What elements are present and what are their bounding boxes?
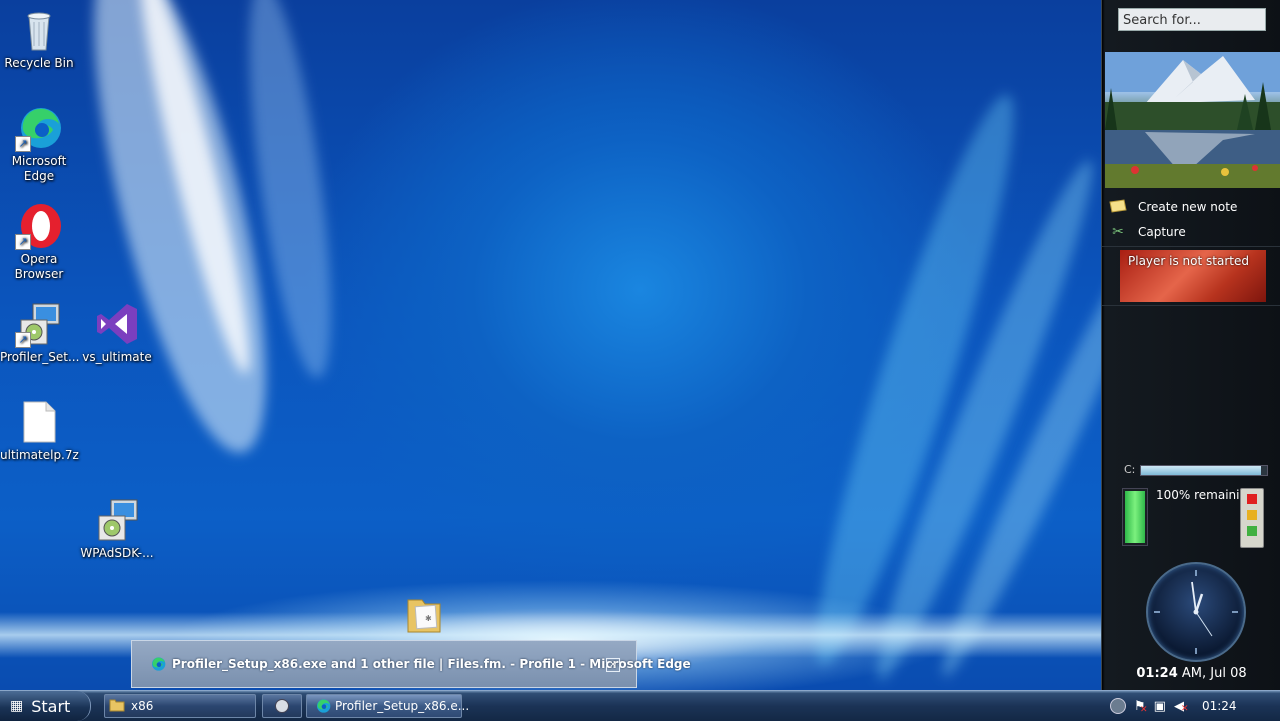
desktop-icon-ultimatelp-7z[interactable]: ultimatelp.7z (0, 398, 79, 463)
shortcut-arrow-icon: ↗ (15, 234, 31, 250)
battery-gadget: 100% remaining (1102, 482, 1280, 552)
desktop-icon-label: ultimatelp.7z (0, 448, 79, 462)
svg-text:✱: ✱ (425, 614, 432, 623)
clock-gadget[interactable] (1146, 562, 1246, 662)
create-note-item[interactable]: Create new note (1108, 196, 1237, 218)
installer-icon: ↗ (15, 300, 63, 348)
desktop-icon-label: WPAdSDK-... (80, 546, 154, 560)
slideshow-gadget[interactable] (1105, 52, 1280, 188)
start-label: Start (31, 696, 71, 716)
close-icon[interactable]: ✕ (606, 658, 620, 672)
divider (1102, 246, 1280, 247)
taskbar: ▦ Start x86 Profiler_Setup_x86.e... ⚑ ✕ ▣… (0, 690, 1280, 721)
capture-label: Capture (1138, 225, 1186, 239)
taskbar-item-label: Profiler_Setup_x86.e... (335, 699, 470, 713)
visual-studio-icon (93, 300, 141, 348)
clock-date: AM, Jul 08 (1181, 666, 1247, 681)
globe-icon[interactable] (1110, 698, 1126, 714)
taskbar-item-label: x86 (131, 699, 154, 713)
desktop-icon-wpadsdk[interactable]: WPAdSDK-... (78, 496, 156, 561)
installer-icon (93, 496, 141, 544)
drive-meter-gadget: C: (1102, 460, 1280, 480)
edge-icon (150, 656, 166, 672)
red-light (1247, 494, 1257, 504)
windows-sidebar: Search for... Create new note ✂ Capture … (1101, 0, 1280, 690)
edge-icon: ↗ (15, 104, 63, 152)
opera-icon: ↗ (15, 202, 63, 250)
shortcut-arrow-icon: ↗ (15, 136, 31, 152)
desktop-icon-opera-browser[interactable]: ↗ Opera Browser (0, 202, 78, 282)
taskbar-item-profiler-edge[interactable]: Profiler_Setup_x86.e... (306, 694, 469, 718)
battery-fill (1125, 491, 1145, 543)
scissors-icon: ✂ (1112, 224, 1124, 240)
shortcut-arrow-icon: ↗ (15, 332, 31, 348)
search-input[interactable]: Search for... (1118, 8, 1266, 31)
network-icon[interactable]: ▣ (1154, 699, 1166, 714)
green-light (1247, 526, 1257, 536)
tray-clock[interactable]: 01:24 (1202, 699, 1237, 713)
media-player-gadget[interactable]: Player is not started (1120, 250, 1266, 302)
folder-icon (109, 698, 125, 715)
file-icon (15, 398, 63, 446)
action-center-flag-icon[interactable]: ⚑ ✕ (1134, 699, 1148, 715)
volume-muted-icon[interactable]: ◀ ✕ (1174, 699, 1189, 714)
desktop-icon-profiler-setup[interactable]: ↗ Profiler_Set... (0, 300, 80, 365)
folder-icon[interactable]: ✱ (406, 594, 442, 634)
taskbar-item-x86[interactable]: x86 (104, 694, 256, 718)
player-status: Player is not started (1128, 254, 1249, 268)
drive-label: C: (1124, 463, 1136, 476)
recycle-bin-icon (15, 6, 63, 54)
yellow-light (1247, 510, 1257, 520)
edge-icon (315, 698, 331, 714)
desktop-icon-label: Opera Browser (14, 252, 64, 281)
desktop-icon-recycle-bin[interactable]: Recycle Bin (0, 6, 78, 71)
desktop-icon-label: Profiler_Set... (0, 350, 80, 364)
desktop-icon-label: vs_ultimate (82, 350, 152, 364)
note-icon (1108, 199, 1128, 215)
start-button[interactable]: ▦ Start (0, 691, 91, 721)
desktop-icon-vs-ultimate[interactable]: vs_ultimate (78, 300, 156, 365)
taskbar-thumbnail-popup[interactable]: Profiler_Setup_x86.exe and 1 other file … (131, 640, 691, 688)
desktop-background: Recycle Bin ↗ Microsoft Edge ↗ Opera Brows… (0, 0, 1101, 690)
desktop-icon-label: Microsoft Edge (11, 154, 67, 183)
desktop-icon-label: Recycle Bin (4, 56, 74, 70)
divider (1102, 305, 1280, 306)
traffic-light-icon (1240, 488, 1264, 548)
drive-usage-bar (1140, 465, 1268, 476)
desktop-icon-microsoft-edge[interactable]: ↗ Microsoft Edge (0, 104, 78, 184)
taskbar-item-app[interactable] (262, 694, 302, 718)
drive-usage-fill (1141, 466, 1261, 475)
clock-datetime: 01:24 AM, Jul 08 (1102, 666, 1280, 681)
windows-logo-icon: ▦ (10, 698, 24, 714)
battery-icon (1122, 488, 1148, 546)
capture-item[interactable]: ✂ Capture (1108, 221, 1186, 243)
app-icon (275, 699, 289, 713)
system-tray: ⚑ ✕ ▣ ◀ ✕ 01:24 (1110, 691, 1280, 721)
create-note-label: Create new note (1138, 200, 1238, 214)
clock-time: 01:24 (1136, 666, 1178, 681)
